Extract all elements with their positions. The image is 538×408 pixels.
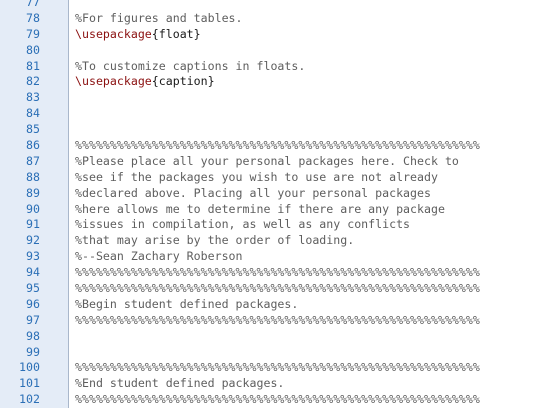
line-number: 83	[26, 90, 40, 105]
code-line[interactable]: 94%%%%%%%%%%%%%%%%%%%%%%%%%%%%%%%%%%%%%%…	[0, 265, 538, 281]
line-code: %Please place all your personal packages…	[75, 154, 459, 170]
line-number: 96	[26, 296, 40, 311]
line-code: %here allows me to determine if there ar…	[75, 202, 445, 218]
latex-comment: %issues in compilation, as well as any c…	[75, 217, 411, 232]
code-line[interactable]: 97%%%%%%%%%%%%%%%%%%%%%%%%%%%%%%%%%%%%%%…	[0, 313, 538, 329]
code-line[interactable]: 100%%%%%%%%%%%%%%%%%%%%%%%%%%%%%%%%%%%%%…	[0, 360, 538, 376]
code-line[interactable]: 101 %End student defined packages.	[0, 376, 538, 392]
line-number: 101	[19, 376, 40, 391]
latex-comment: %%%%%%%%%%%%%%%%%%%%%%%%%%%%%%%%%%%%%%%%…	[75, 281, 480, 296]
code-line[interactable]: 99	[0, 345, 538, 361]
code-line[interactable]: 77	[0, 0, 538, 11]
line-code: \usepackage{caption}	[75, 74, 215, 90]
code-line[interactable]: 85	[0, 122, 538, 138]
line-code: \usepackage{float}	[75, 27, 201, 43]
latex-comment: %%%%%%%%%%%%%%%%%%%%%%%%%%%%%%%%%%%%%%%%…	[75, 138, 480, 153]
latex-comment: %To customize captions in floats.	[75, 58, 306, 73]
code-line[interactable]: 78 %For figures and tables.	[0, 11, 538, 27]
latex-comment: %--Sean Zachary Roberson	[75, 249, 243, 264]
code-line[interactable]: 83	[0, 90, 538, 106]
code-line[interactable]: 80	[0, 43, 538, 59]
code-line[interactable]: 102%%%%%%%%%%%%%%%%%%%%%%%%%%%%%%%%%%%%%…	[0, 392, 538, 408]
latex-command: \usepackage	[75, 26, 152, 41]
latex-comment: %For figures and tables.	[75, 10, 243, 25]
line-number: 77	[26, 0, 40, 9]
latex-comment: %End student defined packages.	[75, 376, 285, 391]
code-line[interactable]: 89 %declared above. Placing all your pers…	[0, 186, 538, 202]
line-code: %%%%%%%%%%%%%%%%%%%%%%%%%%%%%%%%%%%%%%%%…	[75, 360, 480, 376]
line-code: %Begin student defined packages.	[75, 297, 298, 313]
latex-comment: %%%%%%%%%%%%%%%%%%%%%%%%%%%%%%%%%%%%%%%%…	[75, 392, 480, 407]
line-code: %%%%%%%%%%%%%%%%%%%%%%%%%%%%%%%%%%%%%%%%…	[75, 313, 480, 329]
latex-comment: %Please place all your personal packages…	[75, 153, 459, 168]
line-number: 85	[26, 122, 40, 137]
line-number: 82	[26, 74, 40, 89]
line-number: 97	[26, 312, 40, 327]
line-number: 86	[26, 138, 40, 153]
line-code: %--Sean Zachary Roberson	[75, 249, 243, 265]
line-number: 88	[26, 169, 40, 184]
code-line[interactable]: 96 %Begin student defined packages.	[0, 297, 538, 313]
code-editor[interactable]: 77 78 %For figures and tables. 79 \usepackag…	[0, 0, 538, 408]
line-number: 90	[26, 201, 40, 216]
line-code: %For figures and tables.	[75, 11, 243, 27]
code-line[interactable]: 95%%%%%%%%%%%%%%%%%%%%%%%%%%%%%%%%%%%%%%…	[0, 281, 538, 297]
latex-comment: %declared above. Placing all your person…	[75, 185, 431, 200]
latex-comment: %Begin student defined packages.	[75, 296, 299, 311]
line-number: 79	[26, 26, 40, 41]
code-line[interactable]: 92 %that may arise by the order of loadin…	[0, 233, 538, 249]
line-number: 89	[26, 185, 40, 200]
line-number: 81	[26, 58, 40, 73]
line-code: %see if the packages you wish to use are…	[75, 170, 438, 186]
code-line[interactable]: 88 %see if the packages you wish to use a…	[0, 170, 538, 186]
code-line[interactable]: 84	[0, 106, 538, 122]
latex-command: \usepackage	[75, 74, 152, 89]
line-number: 78	[26, 10, 40, 25]
line-number: 100	[19, 360, 40, 375]
code-line[interactable]: 87 %Please place all your personal packag…	[0, 154, 538, 170]
latex-comment: %that may arise by the order of loading.	[75, 233, 355, 248]
code-line[interactable]: 82 \usepackage{caption}	[0, 74, 538, 90]
code-line[interactable]: 86%%%%%%%%%%%%%%%%%%%%%%%%%%%%%%%%%%%%%%…	[0, 138, 538, 154]
line-code: %End student defined packages.	[75, 376, 284, 392]
code-line[interactable]: 91 %issues in compilation, as well as any…	[0, 217, 538, 233]
latex-argument: {float}	[151, 26, 201, 41]
latex-comment: %%%%%%%%%%%%%%%%%%%%%%%%%%%%%%%%%%%%%%%%…	[75, 312, 480, 327]
line-number: 87	[26, 153, 40, 168]
latex-comment: %here allows me to determine if there ar…	[75, 201, 445, 216]
line-code: %%%%%%%%%%%%%%%%%%%%%%%%%%%%%%%%%%%%%%%%…	[75, 265, 480, 281]
line-code: %%%%%%%%%%%%%%%%%%%%%%%%%%%%%%%%%%%%%%%%…	[75, 392, 480, 408]
line-code: %that may arise by the order of loading.	[75, 233, 354, 249]
line-number: 94	[26, 265, 40, 280]
line-number: 98	[26, 328, 40, 343]
line-number: 84	[26, 106, 40, 121]
line-code: %%%%%%%%%%%%%%%%%%%%%%%%%%%%%%%%%%%%%%%%…	[75, 281, 480, 297]
latex-comment: %%%%%%%%%%%%%%%%%%%%%%%%%%%%%%%%%%%%%%%%…	[75, 360, 480, 375]
line-code: %%%%%%%%%%%%%%%%%%%%%%%%%%%%%%%%%%%%%%%%…	[75, 138, 480, 154]
line-number: 102	[19, 392, 40, 407]
code-line[interactable]: 98	[0, 329, 538, 345]
line-number: 99	[26, 344, 40, 359]
line-number: 91	[26, 217, 40, 232]
line-number: 92	[26, 233, 40, 248]
line-number: 80	[26, 42, 40, 57]
line-number: 95	[26, 281, 40, 296]
line-code: %To customize captions in floats.	[75, 59, 305, 75]
latex-argument: {caption}	[151, 74, 215, 89]
line-number: 93	[26, 249, 40, 264]
code-line[interactable]: 79 \usepackage{float}	[0, 27, 538, 43]
line-code: %declared above. Placing all your person…	[75, 186, 431, 202]
line-code: %issues in compilation, as well as any c…	[75, 217, 410, 233]
code-line[interactable]: 93 %--Sean Zachary Roberson	[0, 249, 538, 265]
latex-comment: %see if the packages you wish to use are…	[75, 169, 438, 184]
code-lines[interactable]: 77 78 %For figures and tables. 79 \usepackag…	[0, 0, 538, 408]
code-line[interactable]: 90 %here allows me to determine if there …	[0, 202, 538, 218]
latex-comment: %%%%%%%%%%%%%%%%%%%%%%%%%%%%%%%%%%%%%%%%…	[75, 265, 480, 280]
code-line[interactable]: 81 %To customize captions in floats.	[0, 59, 538, 75]
